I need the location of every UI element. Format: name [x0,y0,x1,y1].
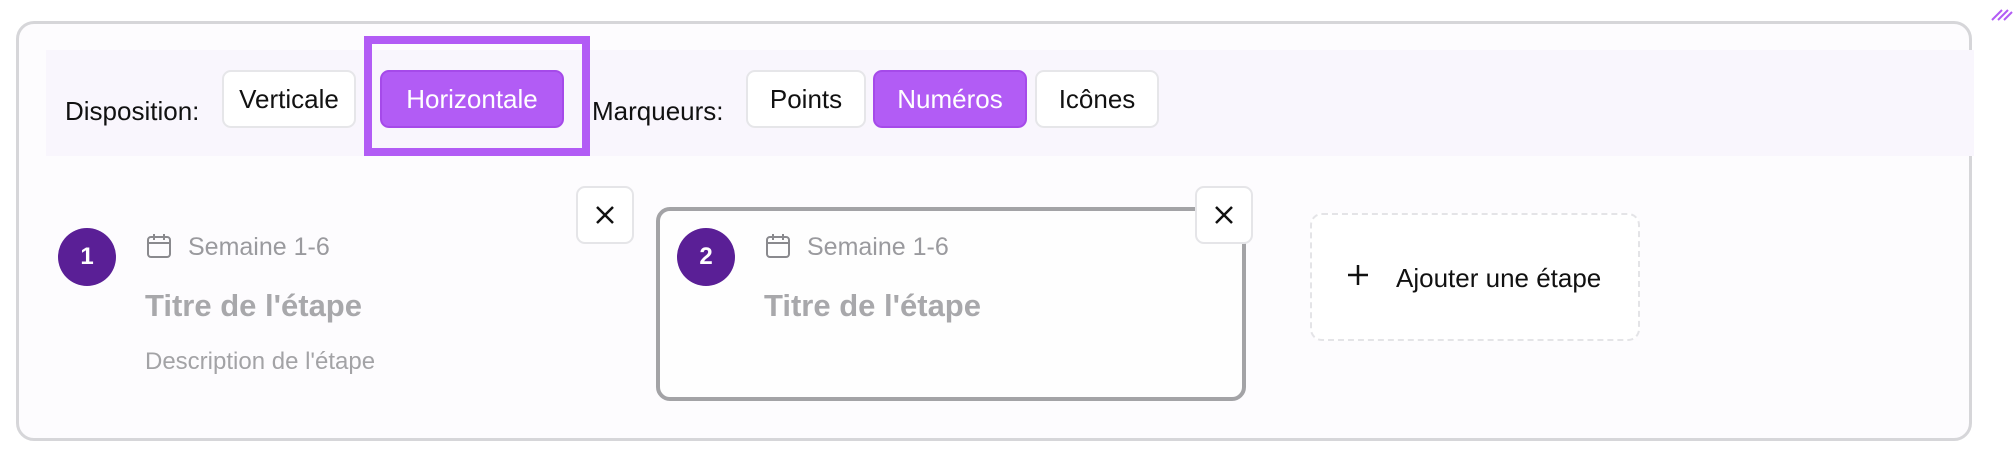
calendar-icon [766,234,790,258]
add-step-label: Ajouter une étape [1396,263,1602,293]
remove-step-button[interactable] [1195,186,1253,244]
layout-label: Disposition: [65,96,200,126]
close-icon [596,206,614,224]
step-marker-2: 2 [677,228,735,286]
add-step-button[interactable]: Ajouter une étape [1310,213,1640,341]
step-marker-1: 1 [58,228,116,286]
focus-highlight [364,36,590,156]
step-description[interactable]: Description de l'étape [145,350,375,374]
step-date[interactable]: Semaine 1-6 [188,235,330,260]
layout-vertical-button[interactable]: Verticale [222,70,356,128]
step-date[interactable]: Semaine 1-6 [807,235,949,260]
step-title[interactable]: Titre de l'étape [145,290,362,321]
double-check-icon [1991,9,2013,21]
marker-icons-button[interactable]: Icônes [1035,70,1159,128]
calendar-icon [147,234,171,258]
close-icon [1215,206,1233,224]
step-title[interactable]: Titre de l'étape [764,290,981,321]
remove-step-button[interactable] [576,186,634,244]
marker-label: Marqueurs: [592,96,724,126]
marker-numbers-button[interactable]: Numéros [873,70,1027,128]
plus-icon [1348,265,1368,285]
marker-points-button[interactable]: Points [746,70,866,128]
